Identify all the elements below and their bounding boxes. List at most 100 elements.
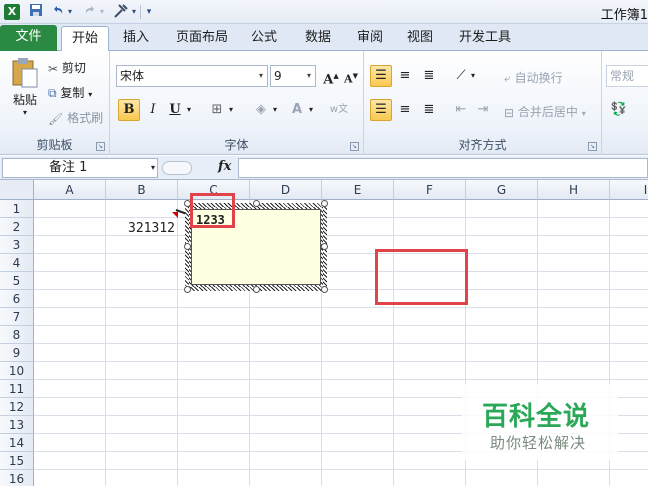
align-bottom-icon[interactable]: ≣: [418, 65, 440, 87]
row-header-7[interactable]: 7: [0, 308, 34, 326]
cut-button[interactable]: ✂ 剪切: [48, 59, 86, 76]
row-header-12[interactable]: 12: [0, 398, 34, 416]
save-icon[interactable]: [28, 3, 44, 21]
align-left-icon[interactable]: ☰: [370, 99, 392, 121]
name-box[interactable]: 备注 1 ▾: [2, 158, 158, 178]
tab-file[interactable]: 文件: [0, 25, 57, 51]
column-header-a[interactable]: A: [34, 180, 106, 200]
row-header-4[interactable]: 4: [0, 254, 34, 272]
insert-function-icon[interactable]: fx: [218, 159, 231, 174]
increase-indent-icon[interactable]: ⇥: [472, 99, 494, 121]
formula-bar: 备注 1 ▾ fx: [0, 156, 648, 180]
tab-formulas[interactable]: 公式: [244, 26, 284, 51]
grow-font-icon[interactable]: A▲: [320, 65, 342, 87]
format-painter-button[interactable]: 🖌 格式刷: [48, 109, 103, 126]
customize-qat-icon[interactable]: ▾: [144, 3, 154, 21]
row-header-6[interactable]: 6: [0, 290, 34, 308]
font-color-dropdown-icon[interactable]: ▾: [306, 99, 316, 121]
underline-dropdown-icon[interactable]: ▾: [184, 99, 194, 121]
tab-developer[interactable]: 开发工具: [452, 26, 518, 51]
row-header-8[interactable]: 8: [0, 326, 34, 344]
font-size-value: 9: [274, 69, 282, 83]
tab-insert[interactable]: 插入: [114, 26, 158, 51]
chevron-down-icon: ▾: [306, 71, 311, 80]
phonetic-icon[interactable]: ᴡ文: [328, 99, 350, 121]
bold-button[interactable]: B: [118, 99, 140, 121]
ribbon-tabs: 文件 开始 插入 页面布局 公式 数据 审阅 视图 开发工具: [0, 24, 648, 52]
resize-handle[interactable]: [253, 286, 260, 293]
row-header-1[interactable]: 1: [0, 200, 34, 218]
redo-dropdown-icon[interactable]: ▾: [98, 3, 106, 21]
row-header-10[interactable]: 10: [0, 362, 34, 380]
font-launcher-icon[interactable]: ↘: [350, 142, 359, 151]
row-header-11[interactable]: 11: [0, 380, 34, 398]
cut-label: 剪切: [61, 61, 86, 75]
cell-b2[interactable]: 321312: [106, 220, 178, 237]
toolbar-separator: [140, 5, 141, 19]
tab-home[interactable]: 开始: [61, 26, 109, 52]
row-header-14[interactable]: 14: [0, 434, 34, 452]
row-header-2[interactable]: 2: [0, 218, 34, 236]
number-format-value: 常规: [610, 69, 635, 83]
column-header-g[interactable]: G: [466, 180, 538, 200]
resize-handle[interactable]: [184, 286, 191, 293]
row-header-16[interactable]: 16: [0, 470, 34, 486]
currency-icon[interactable]: 💱: [608, 99, 630, 121]
underline-button[interactable]: U: [164, 99, 186, 121]
tab-data[interactable]: 数据: [298, 26, 338, 51]
row-header-5[interactable]: 5: [0, 272, 34, 290]
align-top-icon[interactable]: ☰: [370, 65, 392, 87]
font-color-icon[interactable]: A: [286, 99, 308, 121]
tab-view[interactable]: 视图: [400, 26, 440, 51]
row-header-15[interactable]: 15: [0, 452, 34, 470]
font-name-select[interactable]: 宋体 ▾: [116, 65, 268, 87]
merge-dropdown-icon: ▾: [581, 109, 586, 118]
decrease-indent-icon[interactable]: ⇤: [450, 99, 472, 121]
clipboard-launcher-icon[interactable]: ↘: [96, 142, 105, 151]
column-header-i[interactable]: I: [610, 180, 648, 200]
row-header-3[interactable]: 3: [0, 236, 34, 254]
borders-dropdown-icon[interactable]: ▾: [226, 99, 236, 121]
fill-color-dropdown-icon[interactable]: ▾: [270, 99, 280, 121]
alignment-launcher-icon[interactable]: ↘: [588, 142, 597, 151]
paste-button[interactable]: 粘贴 ▾: [8, 57, 42, 117]
copy-button[interactable]: ⧉ 复制 ▾: [48, 84, 92, 101]
column-header-e[interactable]: E: [322, 180, 394, 200]
formula-input[interactable]: [238, 158, 648, 178]
tools-icon[interactable]: [112, 3, 130, 21]
row-header-9[interactable]: 9: [0, 344, 34, 362]
orientation-dropdown-icon[interactable]: ▾: [468, 65, 478, 87]
fill-color-icon[interactable]: ◈: [250, 99, 272, 121]
borders-icon[interactable]: ⊞: [206, 99, 228, 121]
wrap-text-button[interactable]: ⤶ 自动换行: [504, 69, 563, 86]
resize-handle[interactable]: [253, 200, 260, 207]
undo-dropdown-icon[interactable]: ▾: [66, 3, 74, 21]
resize-handle[interactable]: [321, 243, 328, 250]
merge-center-button[interactable]: ⊟ 合并后居中 ▾: [504, 103, 586, 120]
highlight-box-comment: [190, 193, 235, 228]
align-right-icon[interactable]: ≣: [418, 99, 440, 121]
resize-handle[interactable]: [321, 200, 328, 207]
italic-button[interactable]: I: [142, 99, 164, 121]
column-header-h[interactable]: H: [538, 180, 610, 200]
gridline: [34, 307, 648, 308]
formula-bar-resize-handle[interactable]: [162, 161, 192, 175]
align-center-icon[interactable]: ≡: [394, 99, 416, 121]
number-format-select[interactable]: 常规: [606, 65, 648, 87]
resize-handle[interactable]: [184, 243, 191, 250]
redo-icon[interactable]: [82, 3, 98, 21]
column-header-d[interactable]: D: [250, 180, 322, 200]
tab-page-layout[interactable]: 页面布局: [170, 26, 234, 51]
column-header-f[interactable]: F: [394, 180, 466, 200]
shrink-font-icon[interactable]: A▼: [340, 65, 362, 87]
font-size-select[interactable]: 9 ▾: [270, 65, 316, 87]
align-middle-icon[interactable]: ≡: [394, 65, 416, 87]
row-header-13[interactable]: 13: [0, 416, 34, 434]
undo-icon[interactable]: [50, 3, 66, 21]
tab-review[interactable]: 审阅: [350, 26, 390, 51]
excel-logo-icon[interactable]: X: [4, 4, 20, 20]
resize-handle[interactable]: [321, 286, 328, 293]
column-header-b[interactable]: B: [106, 180, 178, 200]
tools-dropdown-icon[interactable]: ▾: [130, 3, 138, 21]
select-all-corner[interactable]: [0, 180, 34, 200]
